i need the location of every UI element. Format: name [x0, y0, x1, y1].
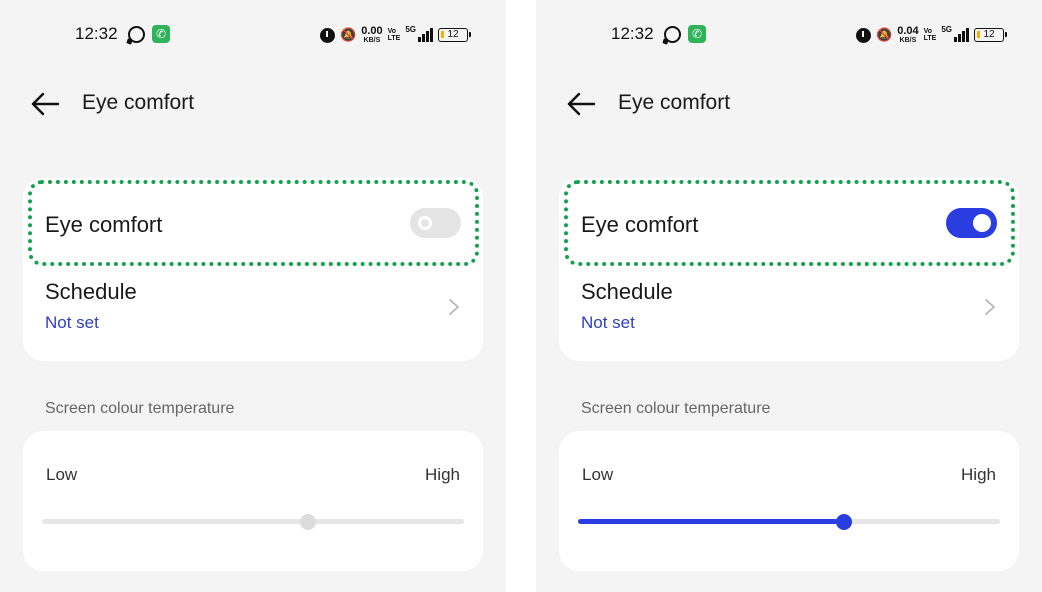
eye-comfort-row[interactable]: Eye comfort [23, 178, 483, 268]
high-label: High [961, 465, 996, 484]
low-label: Low [46, 465, 78, 484]
status-time: 12:32 [611, 24, 654, 43]
whatsapp-icon [128, 26, 145, 43]
eye-comfort-toggle[interactable] [410, 208, 461, 238]
app-header: Eye comfort [536, 86, 1042, 122]
chevron-right-icon [985, 299, 995, 315]
status-icons: 🔕 0.04 KB/S Vo LTE 5G 12 [856, 25, 1007, 45]
schedule-row[interactable]: Schedule Not set [23, 274, 483, 354]
alarm-icon [320, 27, 336, 43]
slider-track [42, 519, 464, 524]
network-speed: 0.04 KB/S [897, 25, 919, 45]
signal-icon [418, 28, 433, 42]
section-label: Screen colour temperature [45, 400, 235, 417]
back-arrow-icon[interactable] [566, 90, 596, 118]
alarm-icon [856, 27, 872, 43]
network-type: 5G [941, 25, 952, 34]
low-label: Low [582, 465, 614, 484]
page-title: Eye comfort [82, 91, 195, 114]
high-label: High [425, 465, 460, 484]
app-header: Eye comfort [0, 86, 506, 122]
eye-comfort-toggle[interactable] [946, 208, 997, 238]
volte-indicator: Vo LTE [923, 28, 937, 42]
eye-comfort-row[interactable]: Eye comfort [559, 178, 1019, 268]
mute-icon: 🔕 [340, 27, 357, 43]
schedule-value: Not set [581, 313, 635, 332]
eye-comfort-label: Eye comfort [581, 212, 699, 237]
network-type: 5G [405, 25, 416, 34]
toggle-knob [418, 216, 432, 230]
settings-card: Eye comfort Schedule Not set [559, 178, 1019, 361]
schedule-label: Schedule [45, 279, 137, 304]
temperature-card: Low High [23, 431, 483, 571]
colour-temperature-slider[interactable] [578, 511, 1000, 533]
mute-icon: 🔕 [876, 27, 893, 43]
status-time: 12:32 [75, 24, 118, 43]
slider-thumb[interactable] [835, 514, 852, 530]
phone-call-icon: ✆ [152, 25, 170, 43]
status-bar: 12:32 ✆ 🔕 0.04 KB/S Vo LTE 5G 12 [536, 22, 1042, 46]
page-title: Eye comfort [618, 91, 731, 114]
schedule-label: Schedule [581, 279, 673, 304]
temperature-card: Low High [559, 431, 1019, 571]
settings-card: Eye comfort Schedule Not set [23, 178, 483, 361]
battery-icon: 12 [438, 28, 471, 42]
slider-fill [578, 519, 844, 524]
toggle-knob [973, 214, 991, 232]
screenshot-panel-before: 12:32 ✆ 🔕 0.00 KB/S Vo LTE 5G 12 Eye com… [0, 0, 506, 592]
eye-comfort-label: Eye comfort [45, 212, 163, 237]
screenshot-panel-after: 12:32 ✆ 🔕 0.04 KB/S Vo LTE 5G 12 Eye com… [536, 0, 1042, 592]
schedule-value: Not set [45, 313, 99, 332]
network-speed: 0.00 KB/S [361, 25, 383, 45]
signal-icon [954, 28, 969, 42]
status-bar: 12:32 ✆ 🔕 0.00 KB/S Vo LTE 5G 12 [0, 22, 506, 46]
section-label: Screen colour temperature [581, 400, 771, 417]
battery-icon: 12 [974, 28, 1007, 42]
chevron-right-icon [449, 299, 459, 315]
slider-thumb[interactable] [299, 514, 316, 530]
schedule-row[interactable]: Schedule Not set [559, 274, 1019, 354]
status-icons: 🔕 0.00 KB/S Vo LTE 5G 12 [320, 25, 471, 45]
colour-temperature-slider[interactable] [42, 511, 464, 533]
back-arrow-icon[interactable] [30, 90, 60, 118]
volte-indicator: Vo LTE [387, 28, 401, 42]
whatsapp-icon [664, 26, 681, 43]
phone-call-icon: ✆ [688, 25, 706, 43]
